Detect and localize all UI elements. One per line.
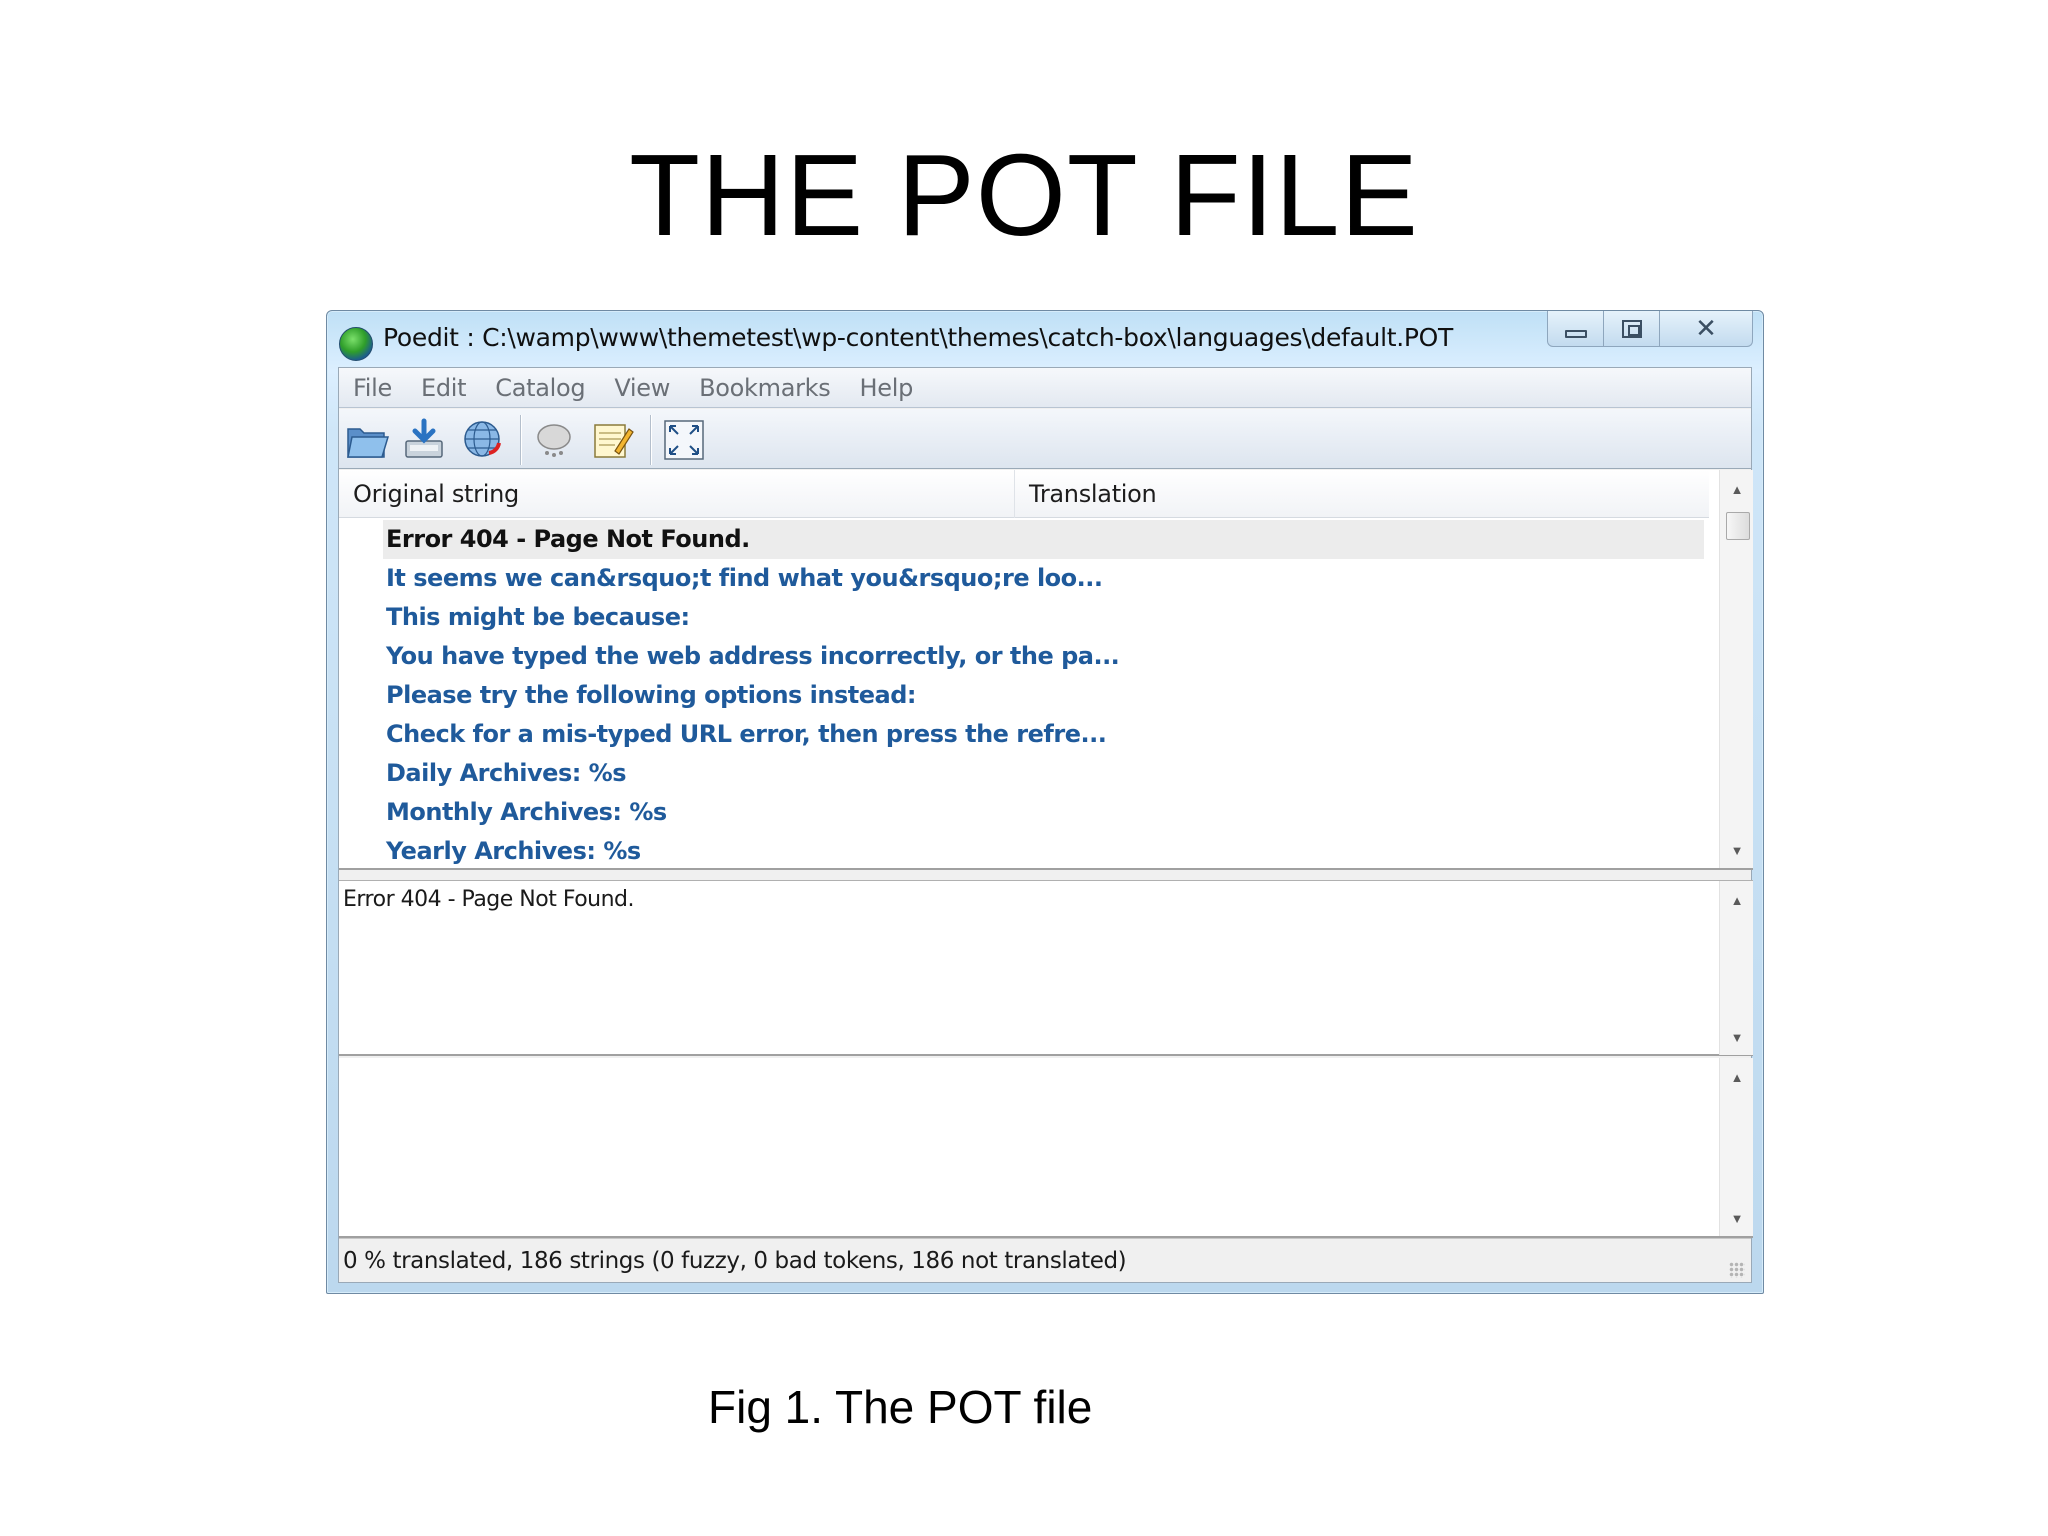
menu-file[interactable]: File <box>353 374 392 402</box>
menu-bookmarks[interactable]: Bookmarks <box>699 374 831 402</box>
source-text: Error 404 - Page Not Found. <box>343 887 635 912</box>
menu-bar: File Edit Catalog View Bookmarks Help <box>339 368 1751 408</box>
fullscreen-icon[interactable] <box>661 417 707 463</box>
scroll-thumb[interactable] <box>1726 512 1750 540</box>
column-header-original[interactable]: Original string <box>353 470 1015 518</box>
list-header: Original string Translation <box>339 470 1709 518</box>
status-text: 0 % translated, 186 strings (0 fuzzy, 0 … <box>343 1248 1127 1274</box>
window-client-area: File Edit Catalog View Bookmarks Help Or… <box>338 367 1753 1283</box>
scroll-down-icon[interactable]: ▼ <box>1720 1030 1754 1045</box>
list-item[interactable]: Please try the following options instead… <box>339 676 1709 715</box>
strings-list[interactable]: Original string Translation Error 404 - … <box>339 470 1753 870</box>
minimize-button[interactable] <box>1548 311 1604 346</box>
figure-caption: Fig 1. The POT file <box>708 1381 1093 1433</box>
scroll-up-icon[interactable]: ▲ <box>1720 482 1754 497</box>
close-button[interactable]: ✕ <box>1660 311 1752 346</box>
restore-icon <box>1621 320 1642 338</box>
close-icon: ✕ <box>1695 314 1717 344</box>
list-item[interactable]: Monthly Archives: %s <box>339 793 1709 832</box>
open-folder-icon[interactable] <box>344 417 390 463</box>
resize-grip-icon[interactable] <box>1729 1262 1745 1278</box>
scroll-down-icon[interactable]: ▼ <box>1720 1211 1754 1226</box>
menu-help[interactable]: Help <box>859 374 913 402</box>
toolbar <box>339 409 1751 469</box>
scroll-up-icon[interactable]: ▲ <box>1720 1070 1754 1085</box>
translation-pane-scrollbar[interactable]: ▲ ▼ <box>1719 1058 1753 1236</box>
menu-edit[interactable]: Edit <box>421 374 467 402</box>
translation-text-pane[interactable]: ▲ ▼ <box>339 1058 1753 1238</box>
title-bar[interactable]: Poedit : C:\wamp\www\themetest\wp-conten… <box>327 311 1763 367</box>
update-globe-icon[interactable] <box>459 417 505 463</box>
edit-comment-icon[interactable] <box>589 417 635 463</box>
slide-title: THE POT FILE <box>629 130 1419 260</box>
scroll-down-icon[interactable]: ▼ <box>1720 843 1754 858</box>
source-pane-scrollbar[interactable]: ▲ ▼ <box>1719 881 1753 1055</box>
list-item[interactable]: Error 404 - Page Not Found. <box>383 520 1704 559</box>
source-text-pane: Error 404 - Page Not Found. ▲ ▼ <box>339 880 1753 1056</box>
minimize-icon <box>1564 330 1587 338</box>
toolbar-separator <box>520 415 522 465</box>
menu-catalog[interactable]: Catalog <box>495 374 585 402</box>
list-item[interactable]: Yearly Archives: %s <box>339 832 1709 871</box>
list-scrollbar[interactable]: ▲ ▼ <box>1719 470 1753 868</box>
column-header-translation[interactable]: Translation <box>1029 470 1157 518</box>
window-title: Poedit : C:\wamp\www\themetest\wp-conten… <box>383 323 1454 352</box>
validate-icon[interactable] <box>531 417 577 463</box>
status-bar: 0 % translated, 186 strings (0 fuzzy, 0 … <box>339 1238 1751 1282</box>
poedit-window: Poedit : C:\wamp\www\themetest\wp-conten… <box>326 310 1764 1294</box>
save-icon[interactable] <box>401 417 447 463</box>
toolbar-separator <box>650 415 652 465</box>
list-rows: Error 404 - Page Not Found. It seems we … <box>339 520 1709 871</box>
list-item[interactable]: Daily Archives: %s <box>339 754 1709 793</box>
menu-view[interactable]: View <box>614 374 670 402</box>
list-item[interactable]: This might be because: <box>339 598 1709 637</box>
maximize-button[interactable] <box>1604 311 1660 346</box>
list-item[interactable]: It seems we can&rsquo;t find what you&rs… <box>339 559 1709 598</box>
list-item[interactable]: Check for a mis-typed URL error, then pr… <box>339 715 1709 754</box>
list-item[interactable]: You have typed the web address incorrect… <box>339 637 1709 676</box>
window-controls: ✕ <box>1547 311 1753 347</box>
poedit-app-icon <box>339 327 373 361</box>
scroll-up-icon[interactable]: ▲ <box>1720 893 1754 908</box>
